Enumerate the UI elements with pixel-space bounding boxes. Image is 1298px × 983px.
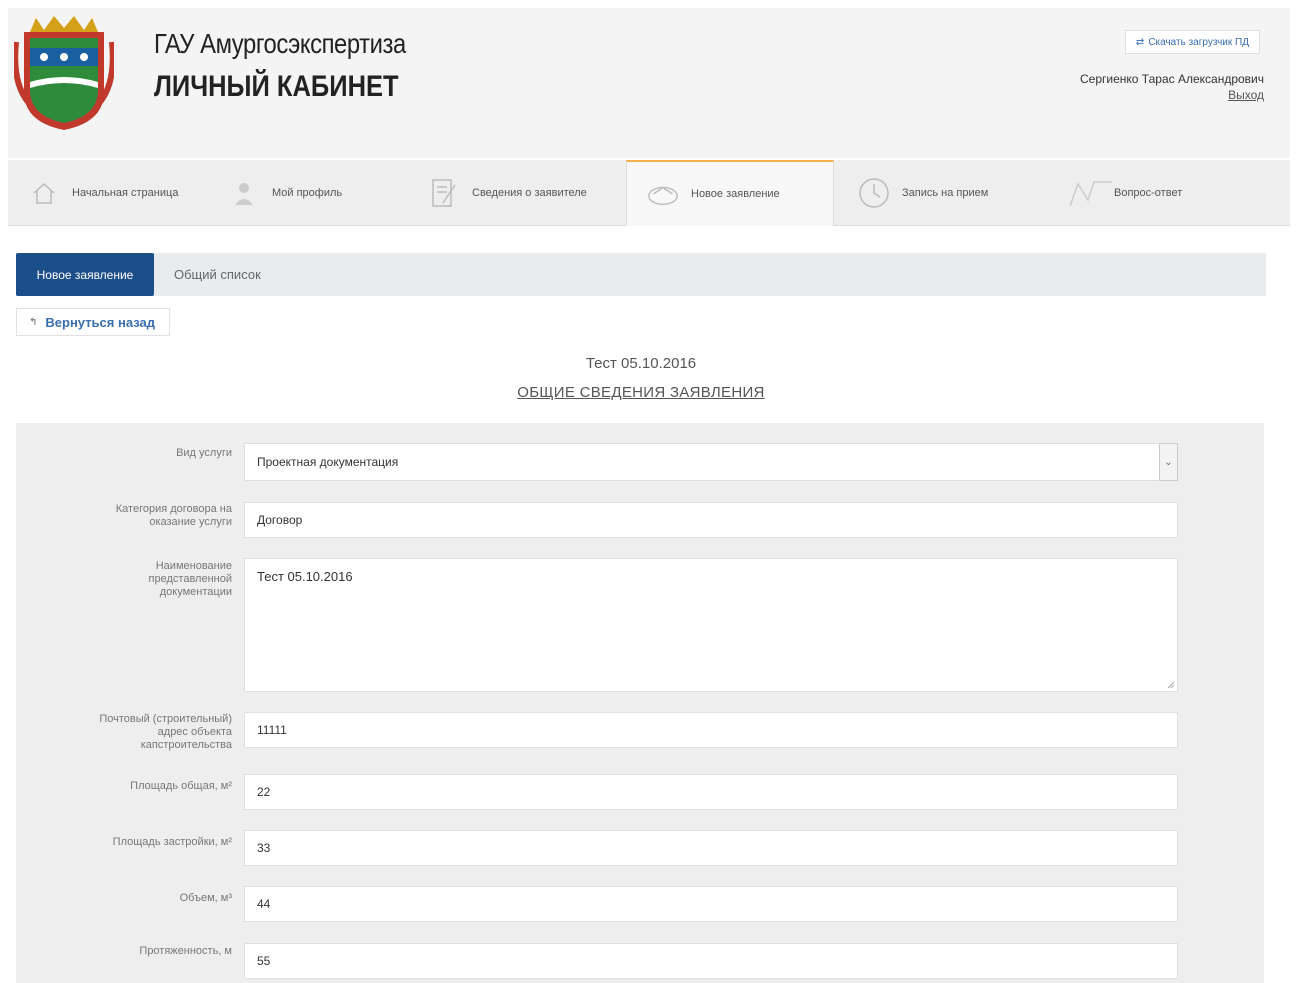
page: ГАУ Амургосэкспертиза ЛИЧНЫЙ КАБИНЕТ ⇄ С… — [0, 0, 1298, 983]
chat-icon — [1068, 177, 1114, 209]
length-label: Протяженность, м — [139, 945, 232, 957]
nav-label: Сведения о заявителе — [472, 187, 587, 199]
contract-category-label: Категория договора на оказание услуги — [115, 503, 232, 528]
contract-category-field[interactable]: Договор — [244, 502, 1178, 538]
nav-label: Начальная страница — [72, 187, 179, 199]
area-total-label: Площадь общая, м² — [130, 780, 232, 792]
back-arrow-icon: ↰ — [29, 316, 38, 328]
application-title: Тест 05.10.2016 — [585, 355, 697, 372]
nav-item-profile[interactable]: Мой профиль — [208, 160, 408, 226]
download-icon: ⇄ — [1135, 36, 1145, 48]
logout-link[interactable]: Выход — [1228, 88, 1264, 102]
nav-item-applicant-info[interactable]: Сведения о заявителе — [408, 160, 626, 226]
service-type-label: Вид услуги — [176, 447, 232, 459]
coat-of-arms-logo — [12, 12, 116, 132]
org-name: ГАУ Амургосэкспертиза — [154, 28, 406, 59]
address-field[interactable]: 11111 — [244, 712, 1178, 748]
main-nav: Начальная страница Мой профиль Сведения … — [8, 160, 1290, 226]
clock-icon — [858, 177, 890, 209]
header: ГАУ Амургосэкспертиза ЛИЧНЫЙ КАБИНЕТ ⇄ С… — [8, 8, 1290, 158]
user-name: Сергиенко Тарас Александрович — [1080, 72, 1264, 86]
cabinet-title: ЛИЧНЫЙ КАБИНЕТ — [154, 70, 399, 103]
tab-general-list[interactable]: Общий список — [174, 253, 261, 296]
area-total-field[interactable]: 22 — [244, 774, 1178, 810]
section-title[interactable]: ОБЩИЕ СВЕДЕНИЯ ЗАЯВЛЕНИЯ — [0, 384, 1282, 401]
area-built-label: Площадь застройки, м² — [112, 836, 232, 848]
nav-item-appointment[interactable]: Запись на прием — [838, 160, 1048, 226]
doc-name-textarea[interactable]: Тест 05.10.2016 — [244, 558, 1178, 692]
nav-item-new-application[interactable]: Новое заявление — [626, 160, 834, 226]
area-built-field[interactable]: 33 — [244, 830, 1178, 866]
edit-document-icon — [428, 177, 460, 209]
volume-label: Объем, м³ — [179, 892, 232, 904]
chevron-down-icon[interactable]: ⌄ — [1159, 443, 1178, 481]
subtabs-bar: Новое заявление Общий список — [16, 253, 1266, 296]
user-icon — [228, 177, 260, 209]
nav-label: Новое заявление — [691, 188, 780, 200]
nav-item-home[interactable]: Начальная страница — [8, 160, 208, 226]
back-label: Вернуться назад — [45, 314, 155, 330]
nav-label: Мой профиль — [272, 187, 343, 199]
nav-label: Запись на прием — [902, 187, 989, 199]
address-label: Почтовый (строительный) адрес объекта ка… — [99, 713, 232, 751]
doc-name-value: Тест 05.10.2016 — [257, 569, 353, 584]
length-field[interactable]: 55 — [244, 943, 1178, 979]
download-label: Скачать загрузчик ПД — [1148, 36, 1249, 48]
doc-name-label: Наименование представленной документации — [148, 560, 232, 598]
home-icon — [28, 177, 60, 209]
volume-field[interactable]: 44 — [244, 886, 1178, 922]
tab-new-application[interactable]: Новое заявление — [16, 253, 154, 296]
nav-item-faq[interactable]: Вопрос-ответ — [1048, 160, 1248, 226]
application-form: Вид услуги Проектная документация ⌄ Кате… — [16, 423, 1264, 983]
resize-handle-icon[interactable] — [1167, 681, 1175, 689]
nav-label: Вопрос-ответ — [1114, 187, 1183, 199]
service-type-select[interactable]: Проектная документация — [244, 443, 1160, 481]
download-loader-button[interactable]: ⇄ Скачать загрузчик ПД — [1124, 30, 1260, 54]
back-button[interactable]: ↰ Вернуться назад — [16, 308, 170, 336]
envelope-icon — [647, 178, 679, 210]
